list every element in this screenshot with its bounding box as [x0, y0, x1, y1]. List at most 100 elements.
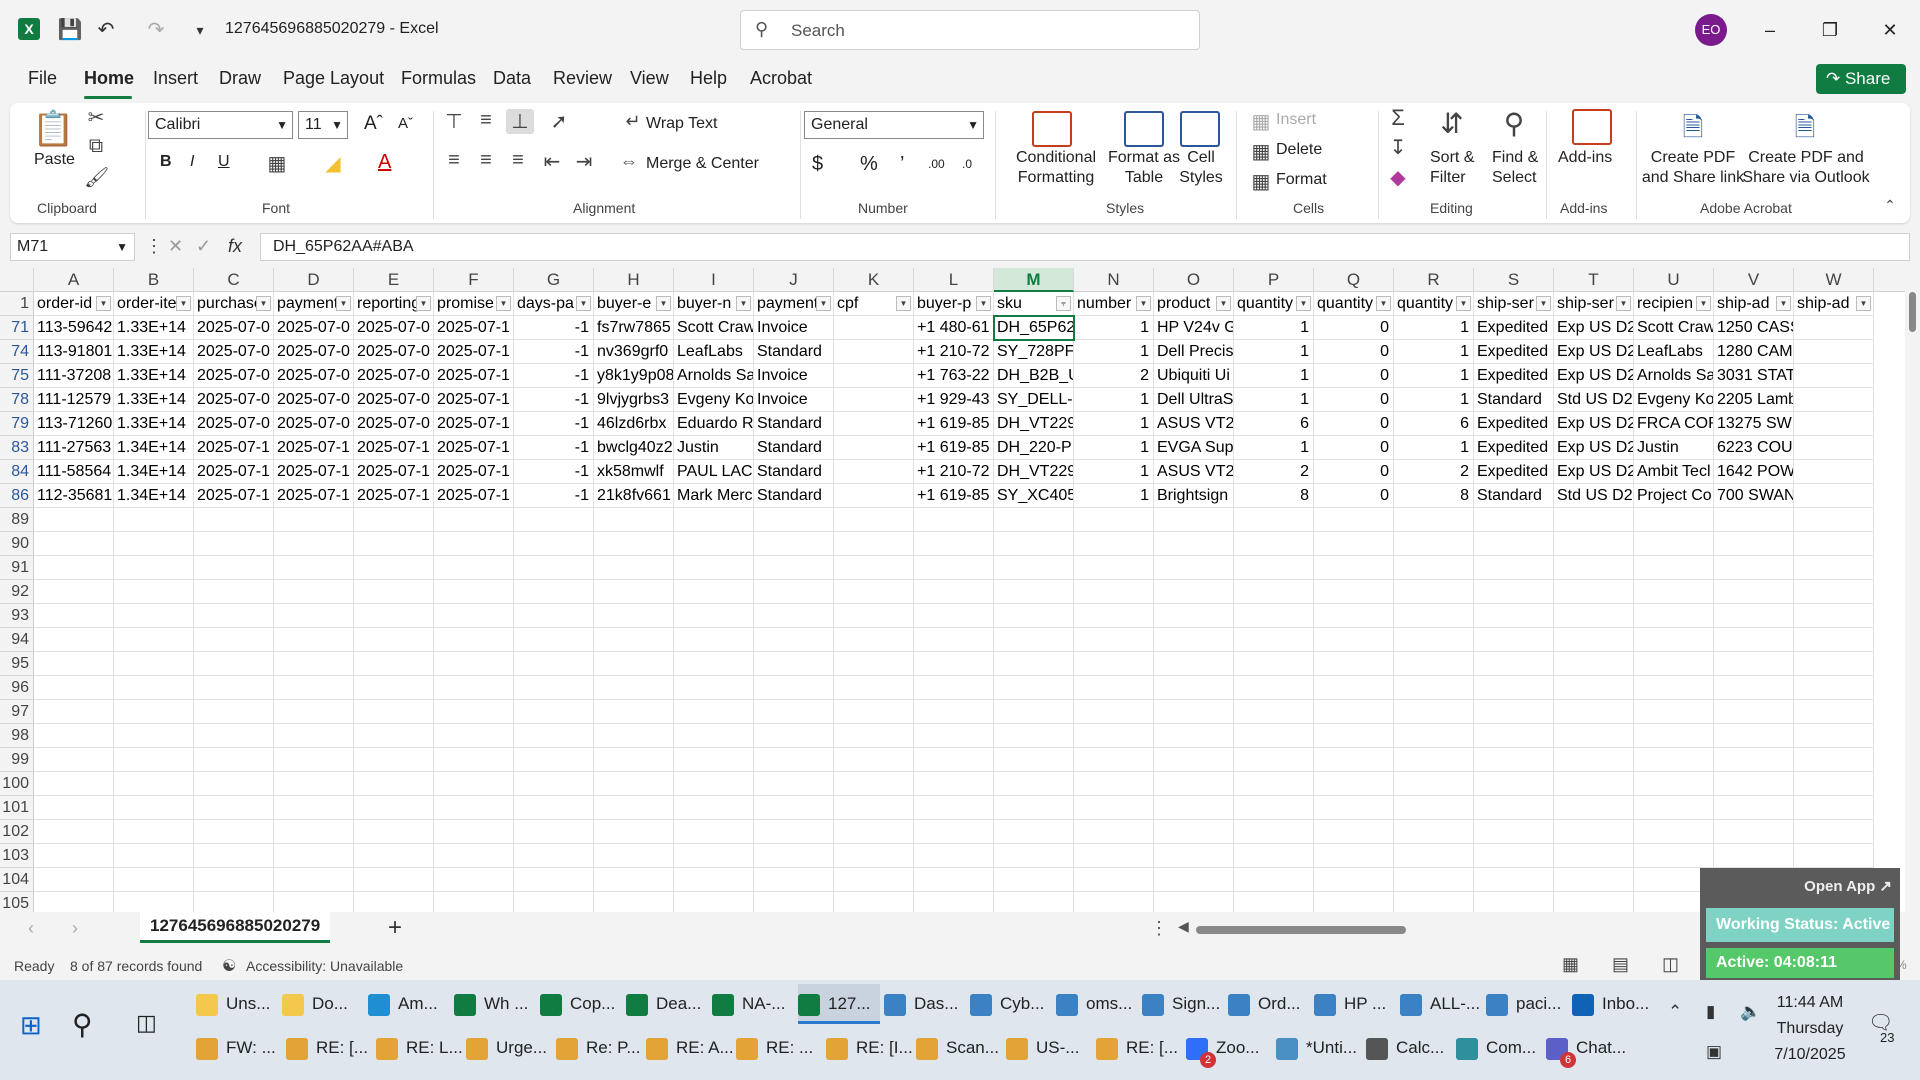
- empty-cell[interactable]: [274, 748, 354, 772]
- tab-review[interactable]: Review: [553, 68, 612, 89]
- empty-cell[interactable]: [114, 556, 194, 580]
- table-cell[interactable]: y8k1y9p08: [594, 364, 674, 388]
- filter-dropdown-icon[interactable]: ▼: [336, 296, 351, 311]
- empty-cell[interactable]: [1314, 604, 1394, 628]
- table-cell[interactable]: 2025-07-1: [434, 460, 514, 484]
- table-cell[interactable]: 2025-07-0: [354, 340, 434, 364]
- row-number[interactable]: 75: [0, 364, 34, 388]
- empty-cell[interactable]: [1794, 748, 1874, 772]
- tab-page-layout[interactable]: Page Layout: [283, 68, 384, 89]
- empty-cell[interactable]: [834, 772, 914, 796]
- table-cell[interactable]: [1794, 340, 1874, 364]
- empty-cell[interactable]: [354, 796, 434, 820]
- empty-cell[interactable]: [434, 652, 514, 676]
- table-cell[interactable]: Expedited: [1474, 460, 1554, 484]
- empty-cell[interactable]: [434, 868, 514, 892]
- sort-filter-button[interactable]: Sort &: [1430, 149, 1474, 167]
- table-cell[interactable]: Expedited: [1474, 316, 1554, 340]
- empty-cell[interactable]: [194, 628, 274, 652]
- table-cell[interactable]: +1 763-22: [914, 364, 994, 388]
- empty-cell[interactable]: [1554, 772, 1634, 796]
- empty-cell[interactable]: [674, 700, 754, 724]
- empty-cell[interactable]: [994, 580, 1074, 604]
- align-left-icon[interactable]: ≡: [442, 149, 466, 172]
- decrease-decimal-icon[interactable]: .0: [962, 157, 972, 171]
- empty-cell[interactable]: [994, 868, 1074, 892]
- empty-cell[interactable]: [754, 772, 834, 796]
- empty-cell[interactable]: [274, 652, 354, 676]
- header-cell[interactable]: payment ▼: [754, 292, 834, 316]
- taskbar-item-calculator[interactable]: Calc...: [1366, 1028, 1452, 1068]
- empty-cell[interactable]: [1714, 628, 1794, 652]
- minimize-icon[interactable]: –: [1750, 12, 1790, 48]
- empty-cell[interactable]: [1714, 724, 1794, 748]
- table-cell[interactable]: [834, 364, 914, 388]
- row-number[interactable]: 74: [0, 340, 34, 364]
- table-cell[interactable]: +1 619-85: [914, 412, 994, 436]
- table-cell[interactable]: 2025-07-1: [434, 340, 514, 364]
- empty-cell[interactable]: [594, 796, 674, 820]
- header-cell[interactable]: order-item ▼: [114, 292, 194, 316]
- table-cell[interactable]: Standard: [754, 484, 834, 508]
- filter-dropdown-icon[interactable]: ▼: [976, 296, 991, 311]
- taskbar-item-edge[interactable]: Am...: [368, 984, 450, 1024]
- filter-dropdown-icon[interactable]: ▼: [1376, 296, 1391, 311]
- empty-cell[interactable]: [1634, 844, 1714, 868]
- column-header-p[interactable]: P: [1234, 268, 1314, 292]
- tab-home[interactable]: Home: [84, 68, 134, 89]
- empty-cell[interactable]: [594, 892, 674, 912]
- taskbar-item-chrome[interactable]: Das...: [884, 984, 966, 1024]
- empty-cell[interactable]: [914, 652, 994, 676]
- save-icon[interactable]: 💾: [56, 16, 84, 44]
- taskbar-item-chrome[interactable]: HP ...: [1314, 984, 1396, 1024]
- table-cell[interactable]: 113-71260: [34, 412, 114, 436]
- empty-cell[interactable]: [114, 892, 194, 912]
- table-cell[interactable]: Brightsign: [1154, 484, 1234, 508]
- empty-cell[interactable]: [434, 628, 514, 652]
- empty-cell[interactable]: [354, 772, 434, 796]
- empty-cell[interactable]: [274, 772, 354, 796]
- empty-cell[interactable]: [594, 748, 674, 772]
- empty-cell[interactable]: [1074, 844, 1154, 868]
- column-header-k[interactable]: K: [834, 268, 914, 292]
- empty-cell[interactable]: [914, 724, 994, 748]
- system-clock[interactable]: 11:44 AM Thursday 7/10/2025: [1760, 990, 1860, 1068]
- empty-cell[interactable]: [354, 868, 434, 892]
- empty-cell[interactable]: [754, 556, 834, 580]
- table-cell[interactable]: DH_VT229: [994, 412, 1074, 436]
- empty-cell[interactable]: [1234, 604, 1314, 628]
- tab-data[interactable]: Data: [493, 68, 531, 89]
- table-cell[interactable]: [1794, 484, 1874, 508]
- empty-cell[interactable]: [1154, 748, 1234, 772]
- empty-cell[interactable]: [194, 796, 274, 820]
- empty-cell[interactable]: [1394, 868, 1474, 892]
- filter-dropdown-icon[interactable]: ▼: [1456, 296, 1471, 311]
- empty-cell[interactable]: [434, 724, 514, 748]
- empty-cell[interactable]: [1074, 724, 1154, 748]
- table-cell[interactable]: 2025-07-0: [354, 412, 434, 436]
- format-cells-button[interactable]: Format: [1276, 171, 1327, 189]
- header-cell[interactable]: order-id ▼: [34, 292, 114, 316]
- table-cell[interactable]: 1.33E+14: [114, 316, 194, 340]
- column-header-m[interactable]: M: [994, 268, 1074, 292]
- empty-cell[interactable]: [1554, 532, 1634, 556]
- empty-cell[interactable]: [1154, 700, 1234, 724]
- filter-dropdown-icon[interactable]: ▼: [96, 296, 111, 311]
- taskbar-item-chrome[interactable]: Cyb...: [970, 984, 1052, 1024]
- tab-help[interactable]: Help: [690, 68, 727, 89]
- column-header-a[interactable]: A: [34, 268, 114, 292]
- table-cell[interactable]: 0: [1314, 364, 1394, 388]
- more-options-icon[interactable]: ⋮: [145, 236, 163, 257]
- empty-cell[interactable]: [1794, 796, 1874, 820]
- empty-cell[interactable]: [354, 652, 434, 676]
- table-cell[interactable]: Exp US D2: [1554, 412, 1634, 436]
- table-cell[interactable]: Standard: [1474, 484, 1554, 508]
- table-cell[interactable]: 8: [1394, 484, 1474, 508]
- cut-icon[interactable]: ✂: [84, 105, 108, 130]
- start-icon[interactable]: ⊞: [20, 1010, 42, 1041]
- taskbar-item-mail[interactable]: RE: [...: [286, 1028, 372, 1068]
- empty-cell[interactable]: [114, 652, 194, 676]
- table-cell[interactable]: -1: [514, 316, 594, 340]
- empty-cell[interactable]: [914, 628, 994, 652]
- empty-cell[interactable]: [194, 748, 274, 772]
